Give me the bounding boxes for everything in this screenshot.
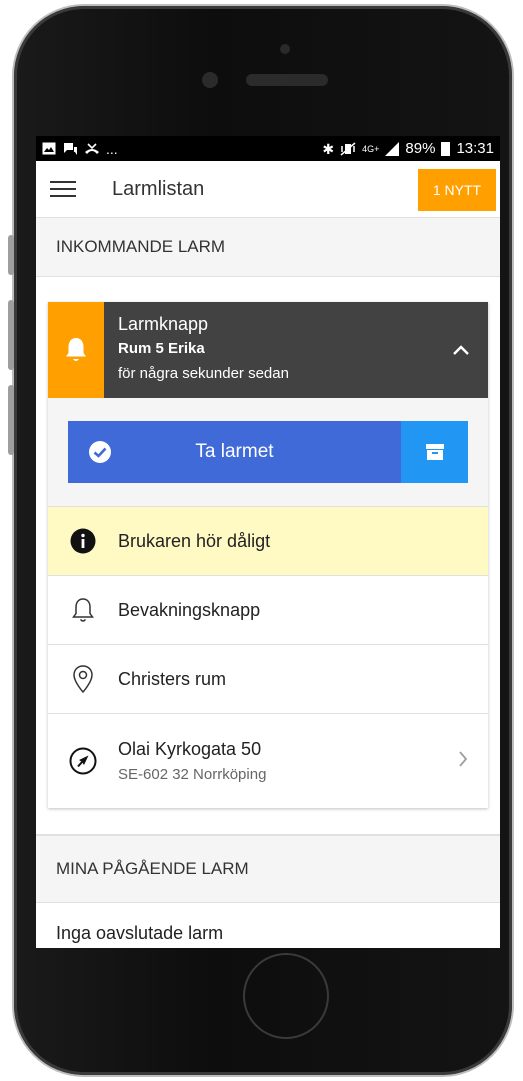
missed-call-icon — [85, 142, 99, 154]
clock: 13:31 — [456, 140, 494, 157]
location-pin-icon — [73, 665, 93, 694]
signal-icon — [385, 141, 400, 156]
alarm-card: Larmknapp Rum 5 Erika för några sekunder… — [48, 302, 488, 808]
volume-down-button[interactable] — [8, 385, 14, 455]
phone-screen: ... ✱ 4G+ 89% 13:31 Larmlistan 1 NYTT IN… — [36, 136, 500, 948]
chat-icon — [64, 142, 77, 155]
alarm-type-badge — [48, 302, 104, 398]
address-street: Olai Kyrkogata 50 — [118, 739, 262, 759]
alarm-note: Brukaren hör dåligt — [118, 530, 271, 551]
battery-percent: 89% — [405, 140, 436, 157]
notification-overflow: ... — [106, 140, 118, 157]
home-button[interactable] — [243, 953, 329, 1039]
bell-icon — [66, 338, 86, 361]
chevron-up-icon — [453, 345, 469, 355]
check-circle-icon — [89, 441, 111, 463]
menu-icon[interactable] — [50, 181, 76, 197]
alarm-location-row: Christers rum — [48, 645, 488, 714]
app-bar: Larmlistan 1 NYTT — [36, 161, 500, 218]
navigation-icon — [69, 747, 97, 775]
incoming-alarms-list: Larmknapp Rum 5 Erika för några sekunder… — [36, 277, 500, 835]
network-type: 4G+ — [362, 143, 380, 154]
page-title: Larmlistan — [112, 177, 205, 200]
vibrate-mute-icon — [340, 141, 356, 156]
collapse-button[interactable] — [434, 302, 488, 398]
archive-icon — [425, 444, 444, 460]
info-icon — [70, 528, 96, 554]
alarm-device-row: Bevakningsknapp — [48, 576, 488, 645]
alarm-type: Larmknapp — [118, 314, 209, 334]
archive-button[interactable] — [401, 421, 468, 483]
earpiece-speaker — [246, 74, 328, 86]
status-bar: ... ✱ 4G+ 89% 13:31 — [36, 136, 500, 161]
image-icon — [42, 142, 56, 155]
mute-switch[interactable] — [8, 235, 14, 275]
alarm-device: Bevakningsknapp — [118, 599, 261, 620]
incoming-alarms-heading: INKOMMANDE LARM — [36, 218, 500, 277]
ongoing-alarms-heading: MINA PÅGÅENDE LARM — [36, 835, 500, 903]
take-alarm-button[interactable]: Ta larmet — [68, 421, 401, 483]
new-alarms-button[interactable]: 1 NYTT — [418, 169, 496, 211]
battery-icon — [441, 142, 451, 156]
alarm-room: Rum 5 Erika — [118, 340, 205, 357]
alarm-note-row: Brukaren hör dåligt — [48, 507, 488, 576]
front-sensor — [280, 44, 290, 54]
volume-up-button[interactable] — [8, 300, 14, 370]
bluetooth-icon: ✱ — [322, 140, 335, 157]
bell-outline-icon — [72, 598, 94, 622]
alarm-time: för några sekunder sedan — [118, 365, 289, 382]
alarm-address-row[interactable]: Olai Kyrkogata 50 SE-602 32 Norrköping — [48, 714, 488, 808]
take-alarm-label: Ta larmet — [195, 441, 274, 462]
alarm-card-header[interactable]: Larmknapp Rum 5 Erika för några sekunder… — [48, 302, 488, 398]
chevron-right-icon — [459, 750, 468, 767]
alarm-actions: Ta larmet — [48, 398, 488, 507]
alarm-location: Christers rum — [118, 668, 227, 689]
front-camera — [202, 72, 218, 88]
ongoing-empty-text: Inga oavslutade larm — [36, 903, 500, 948]
address-city: SE-602 32 Norrköping — [118, 766, 267, 783]
